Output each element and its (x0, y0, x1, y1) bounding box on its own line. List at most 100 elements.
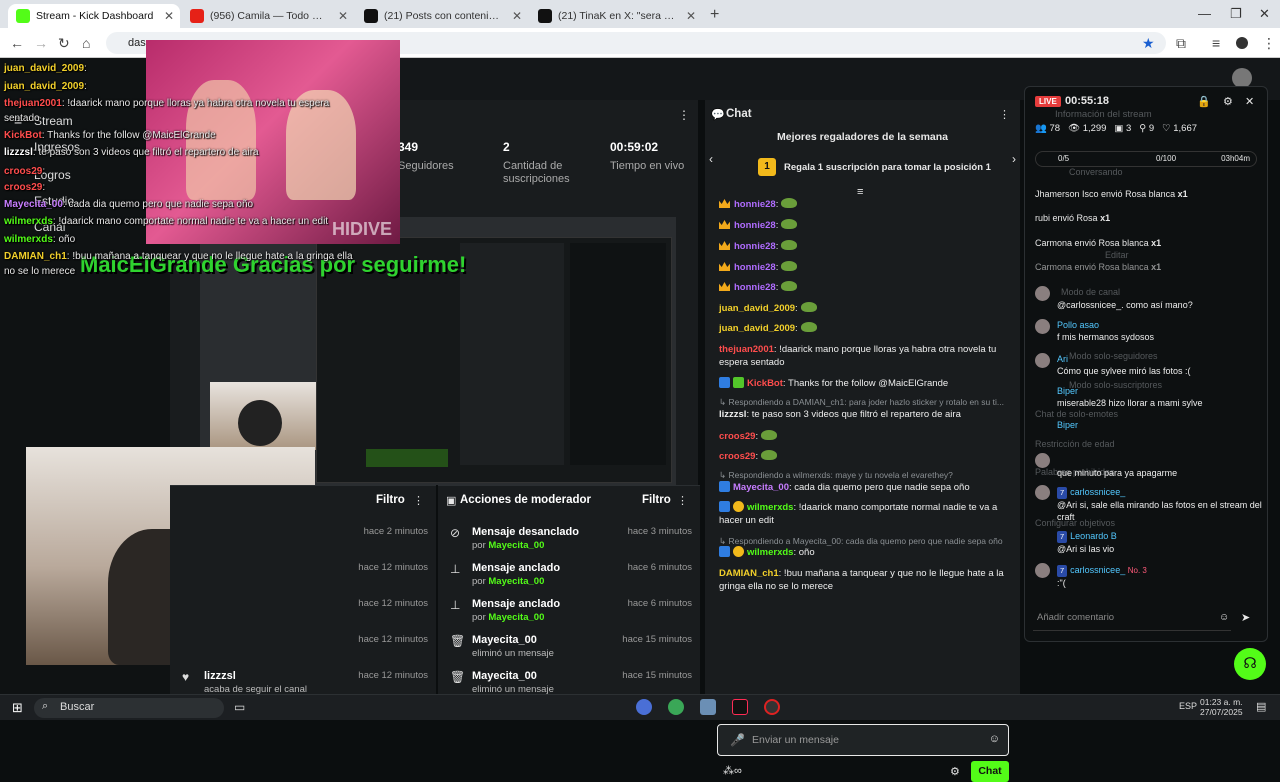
overlay-line: KickBot: Thanks for the follow @MaicElGr… (4, 130, 216, 141)
close-icon[interactable]: ✕ (686, 9, 696, 23)
chat-menu-icon[interactable]: ⋮ (999, 108, 1010, 121)
tab-youtube[interactable]: (956) Camila — Todo Camb ✕ (182, 4, 354, 28)
bot-badge-icon (719, 377, 730, 388)
emote-icon (781, 219, 798, 229)
live-badge: LIVE (1035, 96, 1061, 107)
prev-arrow-icon[interactable]: ‹ (709, 152, 713, 166)
chat-panel: 💬 Chat ⋮ Mejores regaladores de la seman… (705, 100, 1020, 782)
search-icon: ⌕ (42, 700, 49, 712)
chat-message: juan_david_2009: (719, 322, 1011, 335)
mobile-chat-message: 7 carlossnicee_ @Ari si, sale ella mirando… (1057, 487, 1262, 522)
chat-icon: 💬 (711, 109, 725, 121)
unpin-icon: ⊘ (450, 526, 461, 540)
new-tab-button[interactable]: + (710, 6, 719, 24)
crown-icon (719, 241, 730, 250)
notifications-icon[interactable]: ▤ (1256, 700, 1266, 713)
chat-message: honnie28: (719, 240, 1011, 253)
clock-time: 01:23 a. m. (1200, 697, 1243, 707)
comment-input[interactable]: Añadir comentario (1033, 605, 1231, 631)
tiktok-icon[interactable] (732, 699, 748, 715)
tab-x-tinak[interactable]: (21) TinaK en X: "sera verdad e ✕ (530, 4, 702, 28)
overlay-line: croos29: (4, 182, 46, 193)
verified-badge-icon (733, 377, 744, 388)
browser-tab-bar: Stream - Kick Dashboard ✕ (956) Camila —… (0, 0, 1280, 28)
points-icon[interactable]: ⁂∞ (723, 764, 742, 777)
profile-avatar[interactable] (1236, 37, 1248, 49)
settings-gear-icon[interactable]: ⚙ (950, 765, 960, 778)
reload-icon[interactable]: ↻ (58, 35, 70, 52)
chat-message: wilmerxds: oño (719, 546, 1011, 559)
chat-message: KickBot: Thanks for the follow @MaicElGr… (719, 377, 1011, 390)
panel-menu-icon[interactable]: ⋮ (678, 108, 690, 122)
gift-prompt[interactable]: Regala 1 suscripción para tomar la posic… (784, 162, 991, 173)
menu-dots-icon[interactable]: ⋮ (1262, 35, 1276, 52)
x-icon (364, 9, 378, 23)
eye-icon: 👁 (1067, 123, 1081, 134)
close-icon[interactable]: ✕ (338, 9, 348, 23)
subs-count: 2 (503, 140, 510, 154)
emoji-icon[interactable]: ☺ (989, 733, 1000, 745)
taskbar-search[interactable]: ⌕ Buscar (34, 698, 224, 718)
media-icon[interactable]: ≡ (1212, 35, 1220, 51)
tab-kick-dashboard[interactable]: Stream - Kick Dashboard ✕ (8, 4, 180, 28)
activity-row: hace 12 minutos (358, 634, 428, 645)
emoji-icon[interactable]: ☺ (1219, 612, 1229, 623)
user-avatar[interactable] (1232, 68, 1252, 88)
bookmark-star-icon[interactable]: ★ (1142, 35, 1155, 52)
emote-icon (781, 198, 798, 208)
support-headset-icon[interactable]: ☊ (1234, 648, 1266, 680)
youtube-icon (190, 9, 204, 23)
mobile-stream-overlay: LIVE 00:55:18 🔒 ⚙ ✕ Información del stre… (1024, 86, 1268, 642)
activity-filter-button[interactable]: Filtro (376, 494, 405, 506)
mod-badge-icon (719, 546, 730, 557)
person-silhouette (238, 400, 282, 446)
nested-mobile (570, 243, 666, 465)
collapse-icon[interactable]: ≡ (857, 186, 863, 198)
next-arrow-icon[interactable]: › (1012, 152, 1016, 166)
obs-icon[interactable] (764, 699, 780, 715)
chat-message: honnie28: (719, 198, 1011, 211)
app-icon[interactable] (700, 699, 716, 715)
panel-menu-icon[interactable]: ⋮ (413, 494, 424, 507)
gift-rank-badge: 1 (758, 158, 776, 176)
extensions-icon[interactable]: ⧉ (1176, 35, 1186, 52)
crown-icon (719, 262, 730, 271)
chat-message-input[interactable]: 🎤 Enviar un mensaje ☺ (717, 724, 1009, 756)
panel-menu-icon[interactable]: ⋮ (677, 494, 688, 507)
overlay-line: lizzzsl: te paso son 3 videos que filtró… (4, 147, 259, 158)
windows-start-icon[interactable]: ⊞ (12, 700, 23, 716)
ghost-menu-title: Información del stream (1055, 109, 1152, 120)
maximize-icon[interactable]: ❐ (1230, 6, 1242, 22)
chrome-icon[interactable] (668, 699, 684, 715)
minimize-icon[interactable]: — (1198, 6, 1211, 21)
send-icon[interactable]: ➤ (1241, 611, 1250, 624)
stream-stats-row: 👥 78 👁 1,299 ▣ 3 ⚲ 9 ♡ 1,667 (1035, 123, 1198, 134)
live-time: 00:59:02 (610, 140, 659, 154)
overlay-line: croos29: (4, 166, 46, 177)
back-icon[interactable]: ← (10, 35, 24, 51)
avatar (1035, 453, 1050, 468)
home-icon[interactable]: ⌂ (82, 35, 90, 51)
microphone-icon[interactable]: 🎤 (730, 733, 745, 747)
mod-action-row: ⊥ Mensaje anclado por Mayecita_00 hace 6… (450, 562, 692, 587)
window-close-icon[interactable]: ✕ (1259, 6, 1270, 22)
close-icon[interactable]: ✕ (1245, 95, 1254, 108)
app-icon[interactable] (636, 699, 652, 715)
close-icon[interactable]: ✕ (512, 9, 522, 23)
chat-message: croos29: (719, 430, 1011, 443)
task-view-icon[interactable]: ▭ (234, 700, 245, 714)
mod-filter-button[interactable]: Filtro (642, 494, 671, 506)
mod-actions-title: Acciones de moderador (460, 494, 592, 506)
send-chat-button[interactable]: Chat (971, 761, 1009, 782)
chat-title: Chat (726, 108, 752, 120)
settings-gear-icon[interactable]: ⚙ (1223, 95, 1233, 108)
tab-x-posts[interactable]: (21) Posts con contenido multim ✕ (356, 4, 528, 28)
activity-row: hace 12 minutos (358, 562, 428, 573)
lock-icon[interactable]: 🔒 (1197, 95, 1211, 108)
overlay-line: juan_david_2009: (4, 63, 87, 74)
chat-message: wilmerxds: !daarick mano comportate norm… (719, 501, 998, 526)
forward-icon[interactable]: → (34, 35, 48, 51)
language-indicator[interactable]: ESP (1179, 701, 1197, 711)
close-icon[interactable]: ✕ (164, 9, 174, 23)
live-timer: 00:55:18 (1065, 95, 1110, 107)
